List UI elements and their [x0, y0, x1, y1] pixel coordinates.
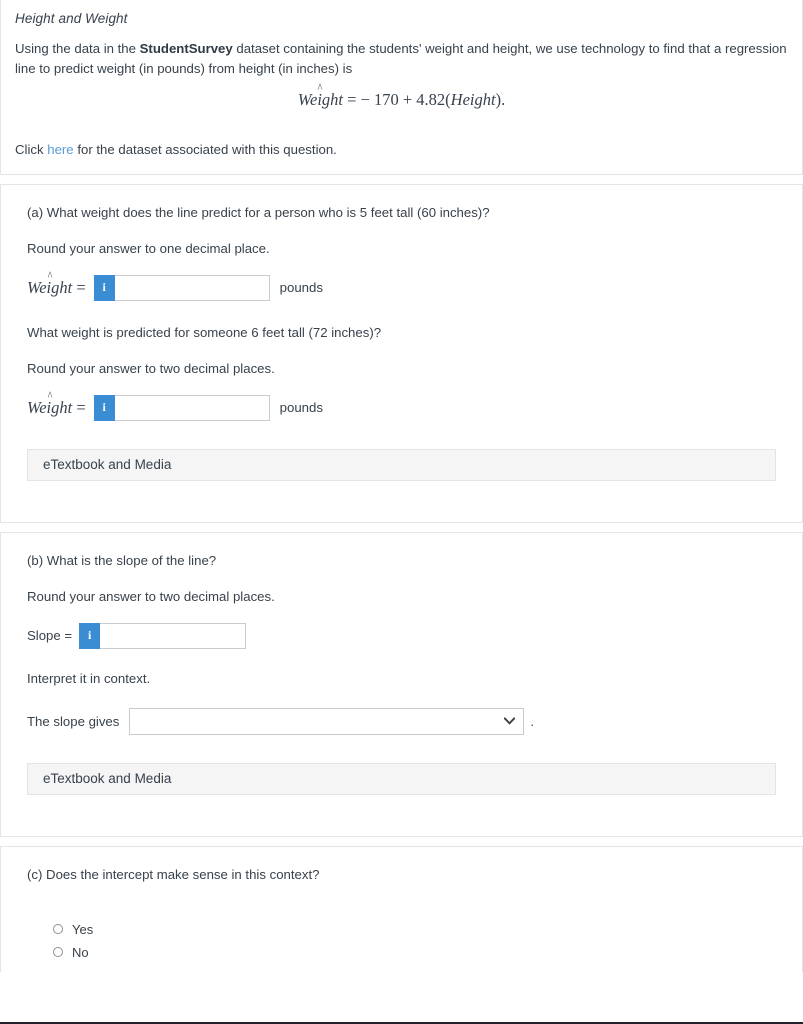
etextbook-label: eTextbook and Media — [43, 771, 171, 786]
etextbook-label: eTextbook and Media — [43, 457, 171, 472]
part-b-interpret-prompt: Interpret it in context. — [27, 669, 788, 688]
part-a-rounding-2: Round your answer to two decimal places. — [27, 359, 788, 378]
part-c-option-no[interactable]: No — [53, 941, 802, 964]
part-b-slope-input[interactable] — [100, 623, 246, 649]
dataset-name: StudentSurvey — [140, 41, 233, 56]
part-a-answer-row-1: ^Weight = i pounds — [27, 275, 788, 301]
card-gap-2 — [0, 523, 803, 532]
part-a-unit-2: pounds — [280, 400, 323, 415]
hat-accent: ^ — [318, 81, 323, 94]
part-a-etextbook-button[interactable]: eTextbook and Media — [27, 449, 776, 481]
dataset-link-line: Click here for the dataset associated wi… — [1, 140, 802, 174]
equation-equals: = — [347, 90, 356, 109]
radio-label: Yes — [72, 922, 93, 937]
radio-icon[interactable] — [53, 947, 63, 957]
radio-icon[interactable] — [53, 924, 63, 934]
part-c-radio-group: Yes No — [1, 884, 802, 964]
part-a-input-group-2: i — [94, 395, 270, 421]
dataset-here-link[interactable]: here — [47, 142, 73, 157]
part-b-select-wrapper — [129, 708, 524, 735]
equation-rhs-variable: Height — [451, 90, 496, 109]
part-b-answer-row: Slope = i — [27, 623, 788, 649]
part-b-input-group: i — [79, 623, 246, 649]
intro-text-before: Using the data in the — [15, 41, 140, 56]
part-a-answer-input-2[interactable] — [115, 395, 270, 421]
info-icon[interactable]: i — [94, 395, 115, 421]
part-b-interpretation-select[interactable] — [129, 708, 524, 735]
part-b-slope-label: Slope = — [27, 628, 72, 643]
part-a-weight-label-2: ^Weight = — [27, 398, 86, 418]
equation-rhs-tail: ). — [496, 90, 506, 109]
part-a-rounding-1: Round your answer to one decimal place. — [27, 239, 788, 258]
part-b-question: (b) What is the slope of the line? — [27, 551, 788, 570]
regression-equation: ^Weight = − 170 + 4.82(Height). — [1, 90, 802, 110]
card-gap-3 — [0, 837, 803, 846]
part-b-select-row: The slope gives . — [27, 708, 788, 735]
equals-sign: = — [76, 398, 85, 417]
part-b-etextbook-button[interactable]: eTextbook and Media — [27, 763, 776, 795]
part-a-card: (a) What weight does the line predict fo… — [0, 184, 803, 523]
hat-accent: ^ — [47, 269, 52, 282]
hat-accent: ^ — [47, 389, 52, 402]
part-c-question: (c) Does the intercept make sense in thi… — [27, 865, 788, 884]
radio-label: No — [72, 945, 89, 960]
info-icon[interactable]: i — [94, 275, 115, 301]
info-icon[interactable]: i — [79, 623, 100, 649]
part-b-select-lead-label: The slope gives — [27, 714, 119, 729]
assignment-page: Height and Weight Using the data in the … — [0, 0, 803, 1024]
intro-card: Height and Weight Using the data in the … — [0, 0, 803, 175]
equation-rhs: − 170 + 4.82( — [361, 90, 451, 109]
dataset-line-suffix: for the dataset associated with this que… — [74, 142, 337, 157]
dataset-line-prefix: Click — [15, 142, 47, 157]
equals-sign: = — [76, 278, 85, 297]
intro-paragraph: Using the data in the StudentSurvey data… — [1, 39, 802, 78]
weight-hat-symbol: ^Weight — [298, 90, 343, 110]
part-a-unit-1: pounds — [280, 280, 323, 295]
part-b-rounding: Round your answer to two decimal places. — [27, 587, 788, 606]
part-a-question-2: What weight is predicted for someone 6 f… — [27, 323, 788, 342]
part-a-question-1: (a) What weight does the line predict fo… — [27, 203, 788, 222]
part-a-input-group-1: i — [94, 275, 270, 301]
part-b-trailing-period: . — [530, 714, 534, 729]
part-c-card: (c) Does the intercept make sense in thi… — [0, 846, 803, 972]
part-a-answer-row-2: ^Weight = i pounds — [27, 395, 788, 421]
part-a-answer-input-1[interactable] — [115, 275, 270, 301]
part-c-option-yes[interactable]: Yes — [53, 918, 802, 941]
part-a-weight-label-1: ^Weight = — [27, 278, 86, 298]
card-gap-1 — [0, 175, 803, 184]
part-b-card: (b) What is the slope of the line? Round… — [0, 532, 803, 837]
page-title: Height and Weight — [1, 0, 802, 26]
